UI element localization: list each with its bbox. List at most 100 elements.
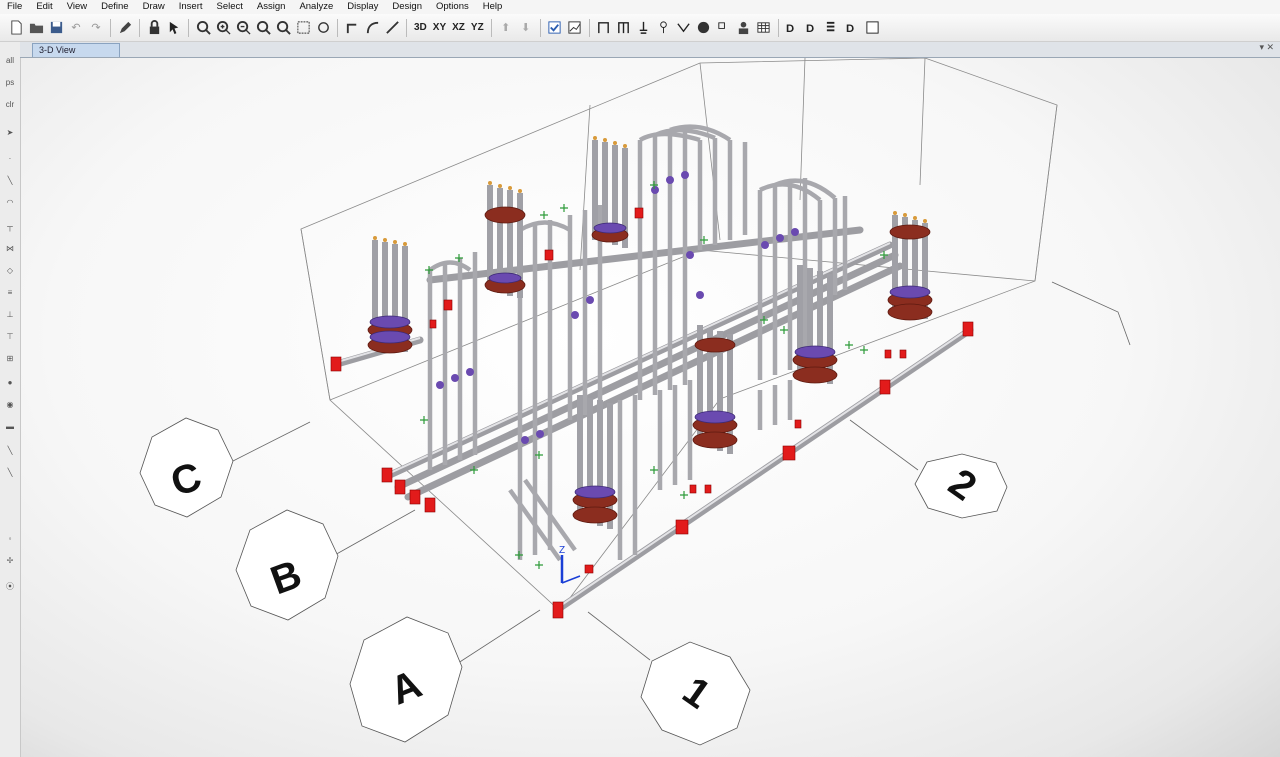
toolbar-separator xyxy=(490,18,492,37)
clear-select-button[interactable]: clr xyxy=(3,98,17,112)
menu-draw[interactable]: Draw xyxy=(136,0,172,14)
zoom-window-icon[interactable] xyxy=(195,19,212,36)
undo-icon[interactable]: ↶ xyxy=(68,19,85,36)
mass-tool-icon[interactable]: ◉ xyxy=(3,398,17,412)
menu-bar: File Edit View Define Draw Insert Select… xyxy=(0,0,1280,14)
save-icon[interactable] xyxy=(48,19,65,36)
pan-icon[interactable] xyxy=(295,19,312,36)
svg-text:D: D xyxy=(786,23,794,35)
line-tool-icon[interactable]: ╲ xyxy=(3,174,17,188)
support-icon[interactable] xyxy=(615,19,632,36)
view-yz-button[interactable]: YZ xyxy=(468,22,487,33)
valve-tool-icon[interactable]: ⋈ xyxy=(3,242,17,256)
select-all-button[interactable]: all xyxy=(3,54,17,68)
menu-analyze[interactable]: Analyze xyxy=(292,0,340,14)
left-toolbar: all ps clr ➤ · ╲ ◠ ┬ ⋈ ◇ ≡ ⊥ ⊤ ⊞ ● ◉ ▬ ╲… xyxy=(0,42,21,757)
snap-node-icon[interactable]: ◦ xyxy=(3,532,17,546)
stretch-tool-icon[interactable]: ╲ xyxy=(3,444,17,458)
zoom-restore-icon[interactable] xyxy=(275,19,292,36)
view-xy-button[interactable]: XY xyxy=(430,22,449,33)
menu-edit[interactable]: Edit xyxy=(29,0,59,14)
design-list-icon[interactable] xyxy=(824,19,841,36)
design-run-icon[interactable]: D xyxy=(844,19,861,36)
redo-icon[interactable]: ↷ xyxy=(88,19,105,36)
menu-select[interactable]: Select xyxy=(210,0,250,14)
rotate-icon[interactable] xyxy=(315,19,332,36)
toolbar-separator xyxy=(110,18,111,37)
zoom-out-icon[interactable] xyxy=(235,19,252,36)
restraint-icon[interactable] xyxy=(635,19,652,36)
sphere-icon[interactable] xyxy=(695,19,712,36)
menu-define[interactable]: Define xyxy=(94,0,135,14)
zoom-previous-icon[interactable] xyxy=(255,19,272,36)
pencil-icon[interactable] xyxy=(117,19,134,36)
design-report-icon[interactable]: D xyxy=(804,19,821,36)
draw-bend-icon[interactable] xyxy=(364,19,381,36)
view-3d-button[interactable]: 3D xyxy=(411,22,430,33)
toolbar-separator xyxy=(139,18,140,37)
zoom-in-icon[interactable] xyxy=(215,19,232,36)
node-tool-icon[interactable]: · xyxy=(3,152,17,166)
arrow-up-icon[interactable]: ⬆ xyxy=(497,19,514,36)
load-tool-icon[interactable]: ● xyxy=(3,376,17,390)
menu-insert[interactable]: Insert xyxy=(172,0,210,14)
axis-z-label: Z xyxy=(559,545,565,556)
tab-strip: 3-D View ▾ ✕ xyxy=(20,42,1280,58)
snap-grid-icon[interactable]: ✢ xyxy=(3,554,17,568)
design-table-icon[interactable] xyxy=(864,19,881,36)
menu-display[interactable]: Display xyxy=(340,0,385,14)
bend-tool-icon[interactable]: ◠ xyxy=(3,196,17,210)
previous-select-button[interactable]: ps xyxy=(3,76,17,90)
hanger-tool-icon[interactable]: ⊤ xyxy=(3,330,17,344)
table-icon[interactable] xyxy=(755,19,772,36)
toolbar-separator xyxy=(588,18,590,37)
grid-bubble-1[interactable]: 1 xyxy=(640,641,751,746)
rigid-tool-icon[interactable]: ╲ xyxy=(3,466,17,480)
tab-controls[interactable]: ▾ ✕ xyxy=(1259,42,1274,53)
piping-model-3d: Z C B A 1 2 xyxy=(139,58,1131,746)
menu-assign[interactable]: Assign xyxy=(250,0,293,14)
tee-tool-icon[interactable]: ┬ xyxy=(3,220,17,234)
draw-pipe-icon[interactable] xyxy=(344,19,361,36)
user-group-icon[interactable] xyxy=(735,19,752,36)
grid-bubble-c[interactable]: C xyxy=(139,417,234,518)
support-tool-icon[interactable]: ⊥ xyxy=(3,308,17,322)
pointer-tool-icon[interactable]: ➤ xyxy=(3,126,17,140)
axis-triad: Z xyxy=(559,545,581,584)
design-check-icon[interactable]: D xyxy=(784,19,801,36)
snap-magnet-icon[interactable]: ⦿ xyxy=(3,580,17,594)
lock-icon[interactable] xyxy=(146,19,163,36)
open-folder-icon[interactable] xyxy=(28,19,45,36)
new-file-icon[interactable] xyxy=(8,19,25,36)
view-xz-button[interactable]: XZ xyxy=(449,22,468,33)
toolbar-separator xyxy=(337,18,338,37)
tab-3d-view[interactable]: 3-D View xyxy=(32,43,120,57)
model-viewport[interactable]: Z C B A 1 2 xyxy=(21,58,1280,757)
grid-bubble-b[interactable]: B xyxy=(235,509,339,621)
chart-icon[interactable] xyxy=(566,19,583,36)
menu-help[interactable]: Help xyxy=(476,0,510,14)
svg-text:D: D xyxy=(846,23,854,35)
reducer-tool-icon[interactable]: ◇ xyxy=(3,264,17,278)
grid-bubble-2[interactable]: 2 xyxy=(914,453,1008,519)
grid-bubble-a[interactable]: A xyxy=(349,616,463,743)
flange-tool-icon[interactable]: ≡ xyxy=(3,286,17,300)
spring-tool-icon[interactable]: ⊞ xyxy=(3,352,17,366)
menu-file[interactable]: File xyxy=(0,0,29,14)
hanger-icon[interactable] xyxy=(655,19,672,36)
toolbar-separator xyxy=(406,18,407,37)
toolbar-separator xyxy=(188,18,189,37)
toolbar-separator xyxy=(539,18,541,37)
checkbox-icon[interactable] xyxy=(546,19,563,36)
menu-options[interactable]: Options xyxy=(429,0,476,14)
menu-view[interactable]: View xyxy=(60,0,94,14)
anchor-icon[interactable] xyxy=(675,19,692,36)
draw-multi-icon[interactable] xyxy=(384,19,401,36)
frame-icon[interactable] xyxy=(595,19,612,36)
arrow-down-icon[interactable]: ⬇ xyxy=(517,19,534,36)
restraint-tool-icon[interactable]: ▬ xyxy=(3,420,17,434)
pointer-icon[interactable] xyxy=(166,19,183,36)
dimension-icon[interactable] xyxy=(715,19,732,36)
main-toolbar: ↶ ↷ 3D XY XZ YZ ⬆ ⬇ D D D xyxy=(0,14,1280,42)
menu-design[interactable]: Design xyxy=(385,0,429,14)
